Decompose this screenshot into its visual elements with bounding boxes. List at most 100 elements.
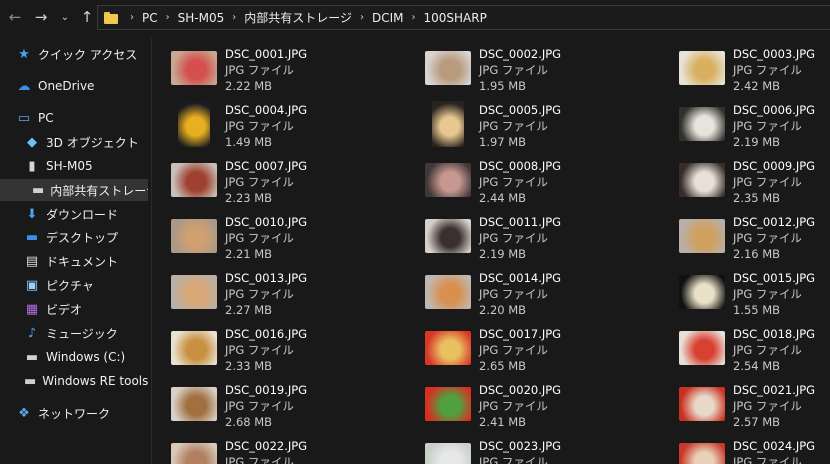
arrow-left-icon[interactable]: ← (4, 0, 26, 34)
file-tile[interactable]: DSC_0007.JPG JPG ファイル 2.23 MB (152, 154, 392, 206)
file-tile[interactable]: DSC_0018.JPG JPG ファイル 2.54 MB (660, 322, 830, 374)
chevron-right-icon[interactable]: › (130, 12, 134, 23)
file-tile[interactable]: DSC_0016.JPG JPG ファイル 2.33 MB (152, 322, 392, 374)
sidebar-item[interactable]: ▦ ビデオ (0, 298, 150, 320)
file-type: JPG ファイル (733, 399, 802, 413)
file-thumbnail (679, 381, 725, 427)
file-size: 2.65 MB (479, 359, 527, 373)
breadcrumb-item[interactable]: PC (142, 11, 158, 25)
file-meta: DSC_0003.JPG JPG ファイル 2.42 MB (733, 46, 815, 94)
file-meta: DSC_0016.JPG JPG ファイル 2.33 MB (225, 326, 307, 374)
sidebar-item[interactable]: ▬ 内部共有ストレージ (0, 179, 148, 201)
file-type: JPG ファイル (479, 175, 548, 189)
file-tile[interactable]: DSC_0010.JPG JPG ファイル 2.21 MB (152, 210, 392, 262)
file-tile[interactable]: DSC_0014.JPG JPG ファイル 2.20 MB (406, 266, 646, 318)
drive-icon: ▬ (32, 182, 45, 198)
download-icon: ⬇ (26, 206, 38, 222)
file-type: JPG ファイル (225, 455, 294, 464)
file-tile[interactable]: DSC_0011.JPG JPG ファイル 2.19 MB (406, 210, 646, 262)
sidebar-item[interactable]: ♪ ミュージック (0, 322, 150, 344)
pictures-icon: ▣ (25, 277, 39, 293)
file-tile[interactable]: DSC_0002.JPG JPG ファイル 1.95 MB (406, 42, 646, 94)
file-size: 2.19 MB (733, 135, 781, 149)
sidebar-item[interactable]: ▮ SH-M05 (0, 155, 150, 177)
file-meta: DSC_0012.JPG JPG ファイル 2.16 MB (733, 214, 815, 262)
file-thumbnail (679, 269, 725, 315)
file-tile[interactable]: DSC_0019.JPG JPG ファイル 2.68 MB (152, 378, 392, 430)
sidebar-item[interactable]: ❖ ネットワーク (0, 402, 150, 424)
file-tile[interactable]: DSC_0009.JPG JPG ファイル 2.35 MB (660, 154, 830, 206)
arrow-up-icon[interactable]: ↑ (76, 0, 98, 34)
chevron-right-icon[interactable]: › (232, 12, 236, 23)
file-tile[interactable]: DSC_0024.JPG JPG ファイル (660, 434, 830, 464)
file-tile[interactable]: DSC_0013.JPG JPG ファイル 2.27 MB (152, 266, 392, 318)
sidebar-item[interactable]: ◆ 3D オブジェクト (0, 131, 150, 153)
sidebar-item-label: デスクトップ (46, 230, 119, 245)
file-meta: DSC_0009.JPG JPG ファイル 2.35 MB (733, 158, 815, 206)
sidebar-item[interactable]: ☁ OneDrive (0, 75, 150, 97)
arrow-right-icon[interactable]: → (30, 0, 52, 34)
file-meta: DSC_0011.JPG JPG ファイル 2.19 MB (479, 214, 561, 262)
file-tile[interactable]: DSC_0005.JPG JPG ファイル 1.97 MB (406, 98, 646, 150)
file-tile[interactable]: DSC_0021.JPG JPG ファイル 2.57 MB (660, 378, 830, 430)
sidebar-item[interactable]: ▭ PC (0, 107, 150, 129)
file-size: 1.49 MB (225, 135, 273, 149)
breadcrumb-item[interactable]: DCIM (372, 11, 404, 25)
photo-image (171, 387, 217, 421)
file-size: 2.68 MB (225, 415, 273, 429)
file-type: JPG ファイル (479, 399, 548, 413)
file-type: JPG ファイル (733, 343, 802, 357)
breadcrumb-item[interactable]: SH-M05 (178, 11, 225, 25)
file-tile[interactable]: DSC_0015.JPG JPG ファイル 1.55 MB (660, 266, 830, 318)
file-tile[interactable]: DSC_0008.JPG JPG ファイル 2.44 MB (406, 154, 646, 206)
file-name: DSC_0003.JPG (733, 47, 816, 61)
file-size: 2.27 MB (225, 303, 273, 317)
file-thumbnail (171, 157, 217, 203)
sidebar-item[interactable]: ⬇ ダウンロード (0, 203, 150, 225)
file-tile[interactable]: DSC_0003.JPG JPG ファイル 2.42 MB (660, 42, 830, 94)
file-tile[interactable]: DSC_0023.JPG JPG ファイル (406, 434, 646, 464)
file-name: DSC_0015.JPG (733, 271, 816, 285)
file-tile[interactable]: DSC_0017.JPG JPG ファイル 2.65 MB (406, 322, 646, 374)
file-meta: DSC_0017.JPG JPG ファイル 2.65 MB (479, 326, 561, 374)
photo-image (679, 387, 725, 421)
sidebar-item-label: 3D オブジェクト (46, 135, 139, 150)
sidebar-item[interactable]: ▣ ピクチャ (0, 274, 150, 296)
file-size: 2.16 MB (733, 247, 781, 261)
file-meta: DSC_0004.JPG JPG ファイル 1.49 MB (225, 102, 307, 150)
file-tile[interactable]: DSC_0012.JPG JPG ファイル 2.16 MB (660, 210, 830, 262)
file-size: 2.54 MB (733, 359, 781, 373)
sidebar-item[interactable]: ▬ Windows RE tools (I (0, 370, 150, 392)
file-tile[interactable]: DSC_0004.JPG JPG ファイル 1.49 MB (152, 98, 392, 150)
file-tile[interactable]: DSC_0022.JPG JPG ファイル (152, 434, 392, 464)
file-type: JPG ファイル (733, 455, 802, 464)
sidebar-item[interactable]: ★ クイック アクセス (0, 43, 150, 65)
chevron-right-icon[interactable]: › (412, 12, 416, 23)
photo-image (425, 443, 471, 464)
chevron-right-icon[interactable]: › (166, 12, 170, 23)
file-meta: DSC_0022.JPG JPG ファイル (225, 438, 307, 464)
file-name: DSC_0008.JPG (479, 159, 562, 173)
breadcrumb[interactable]: › PC › SH-M05 › 内部共有ストレージ › DCIM › 100SHARP (97, 5, 830, 30)
navigation-pane: ★ クイック アクセス ☁ OneDrive ▭ PC ◆ 3D オブジェクト ▮ SH-M05 ▬… (0, 38, 152, 464)
file-type: JPG ファイル (479, 455, 548, 464)
sidebar-item[interactable]: ▬ Windows (C:) (0, 346, 150, 368)
file-tile[interactable]: DSC_0020.JPG JPG ファイル 2.41 MB (406, 378, 646, 430)
file-tile[interactable]: DSC_0001.JPG JPG ファイル 2.22 MB (152, 42, 392, 94)
file-type: JPG ファイル (479, 287, 548, 301)
photo-image (679, 331, 725, 365)
file-thumbnail (425, 157, 471, 203)
chevron-down-icon[interactable]: ⌄ (54, 0, 76, 34)
folder-icon (104, 11, 118, 25)
file-tile[interactable]: DSC_0006.JPG JPG ファイル 2.19 MB (660, 98, 830, 150)
photo-image (171, 443, 217, 464)
breadcrumb-item[interactable]: 100SHARP (424, 11, 487, 25)
breadcrumb-item[interactable]: 内部共有ストレージ (244, 9, 352, 26)
sidebar-item-label: ピクチャ (46, 278, 94, 293)
sidebar-item[interactable]: ▤ ドキュメント (0, 250, 150, 272)
sidebar-item[interactable]: ▬ デスクトップ (0, 226, 150, 248)
chevron-right-icon[interactable]: › (360, 12, 364, 23)
file-name: DSC_0004.JPG (225, 103, 308, 117)
sidebar-item-label: ミュージック (46, 326, 118, 341)
file-type: JPG ファイル (225, 287, 294, 301)
